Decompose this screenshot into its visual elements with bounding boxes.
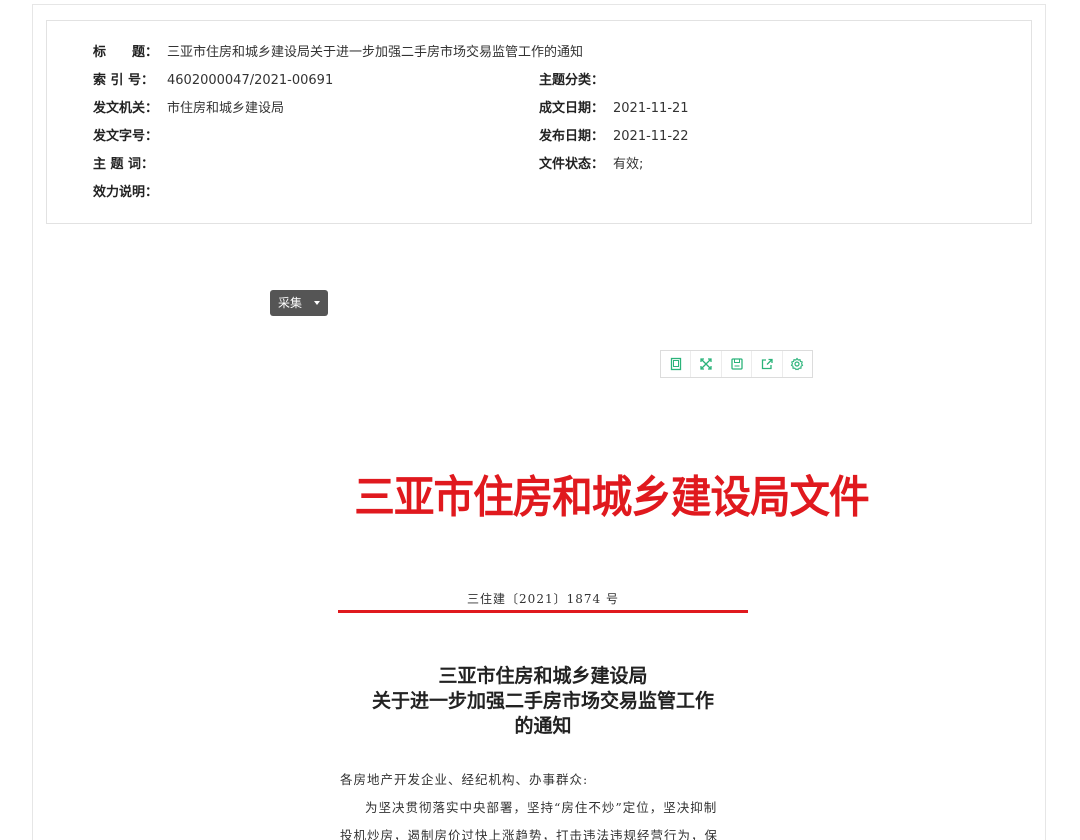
meta-published-value: 2021-11-22 <box>613 129 689 144</box>
meta-issuer-value: 市住房和城乡建设局 <box>167 101 285 116</box>
settings-icon <box>790 357 804 371</box>
share-button[interactable] <box>752 351 783 377</box>
meta-keywords-label: 主 题 词： <box>93 157 155 172</box>
document-title-line2: 关于进一步加强二手房市场交易监管工作 <box>371 690 714 712</box>
meta-issuer-row: 发文机关： 市住房和城乡建设局 <box>93 98 284 120</box>
save-button[interactable] <box>722 351 753 377</box>
save-icon <box>730 357 744 371</box>
meta-title-value: 三亚市住房和城乡建设局关于进一步加强二手房市场交易监管工作的通知 <box>167 45 584 60</box>
document-body-line2: 投机炒房，遏制房价过快上涨趋势，打击违法违规经营行为，保 <box>340 828 719 840</box>
red-divider-line <box>338 610 748 613</box>
meta-category-label: 主题分类： <box>539 73 605 88</box>
meta-category-row: 主题分类： <box>539 70 613 92</box>
document-title: 三亚市住房和城乡建设局 关于进一步加强二手房市场交易监管工作 的通知 <box>338 664 748 739</box>
document-title-line3: 的通知 <box>514 715 572 737</box>
meta-issuer-label: 发文机关： <box>93 101 159 116</box>
meta-status-row: 文件状态： 有效; <box>539 154 643 176</box>
page-button[interactable] <box>661 351 692 377</box>
meta-status-value: 有效; <box>613 157 644 172</box>
share-icon <box>760 357 774 371</box>
meta-published-row: 发布日期： 2021-11-22 <box>539 126 689 148</box>
meta-index-value: 4602000047/2021-00691 <box>167 73 334 88</box>
page-icon <box>669 357 683 371</box>
document-body-line1: 为坚决贯彻落实中央部署，坚持“房住不炒”定位，坚决抑制 <box>365 800 718 815</box>
meta-title-row: 标 题： 三亚市住房和城乡建设局关于进一步加强二手房市场交易监管工作的通知 <box>93 42 583 64</box>
meta-created-row: 成文日期： 2021-11-21 <box>539 98 689 120</box>
collect-button-label: 采集 <box>278 296 303 310</box>
meta-created-value: 2021-11-21 <box>613 101 689 116</box>
document-title-line1: 三亚市住房和城乡建设局 <box>438 665 648 687</box>
document-salutation: 各房地产开发企业、经纪机构、办事群众: <box>340 772 589 787</box>
caret-down-icon <box>314 301 320 305</box>
fullscreen-icon <box>699 357 713 371</box>
document-header: 三亚市住房和城乡建设局文件 <box>354 472 869 523</box>
settings-button[interactable] <box>783 351 812 377</box>
document-toolbar <box>660 350 813 378</box>
meta-index-row: 索 引 号： 4602000047/2021-00691 <box>93 70 333 92</box>
meta-keywords-row: 主 题 词： <box>93 154 167 176</box>
meta-docno-row: 发文字号： <box>93 126 167 148</box>
meta-validity-label: 效力说明： <box>93 185 159 200</box>
meta-published-label: 发布日期： <box>539 129 605 144</box>
meta-created-label: 成文日期： <box>539 101 605 116</box>
document-metadata-panel: 标 题： 三亚市住房和城乡建设局关于进一步加强二手房市场交易监管工作的通知 索 引… <box>46 20 1032 224</box>
meta-title-label: 标 题： <box>93 45 159 60</box>
meta-docno-label: 发文字号： <box>93 129 159 144</box>
document-number: 三住建〔2021〕1874 号 <box>467 592 619 606</box>
document-body: 各房地产开发企业、经纪机构、办事群众: 为坚决贯彻落实中央部署，坚持“房住不炒”… <box>340 766 748 840</box>
collect-dropdown-button[interactable]: 采集 <box>270 290 328 316</box>
fullscreen-button[interactable] <box>691 351 722 377</box>
meta-validity-row: 效力说明： <box>93 182 167 204</box>
meta-index-label: 索 引 号： <box>93 73 155 88</box>
meta-status-label: 文件状态： <box>539 157 605 172</box>
